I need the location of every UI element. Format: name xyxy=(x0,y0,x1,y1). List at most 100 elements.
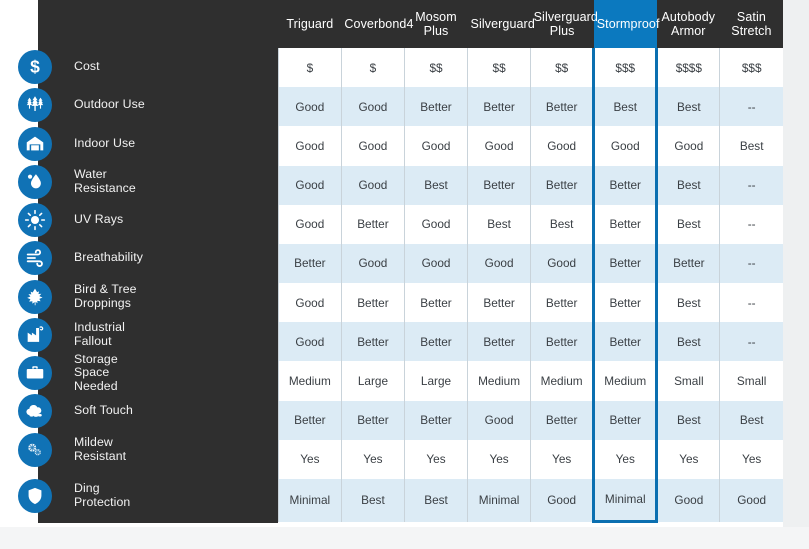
dollar-icon: $ xyxy=(18,50,52,84)
column-header-mosom-plus[interactable]: Mosom Plus xyxy=(404,0,468,48)
data-cell: -- xyxy=(719,87,783,127)
data-cell: Best xyxy=(719,400,783,440)
feature-label: Ding Protection xyxy=(74,480,131,509)
column-header-stormproof[interactable]: Stormproof xyxy=(593,0,659,48)
data-cell: Good xyxy=(340,87,405,127)
feature-row-mildew-resistant[interactable]: Mildew Resistant xyxy=(18,431,278,469)
data-cell: Best xyxy=(656,204,720,244)
data-cell: Yes xyxy=(340,439,405,479)
column-header-label: Silverguard xyxy=(470,17,535,31)
data-cell: Minimal xyxy=(592,478,659,523)
data-cell: Good xyxy=(340,165,405,205)
feature-row-bird-tree-droppings[interactable]: Bird & Tree Droppings xyxy=(18,278,278,316)
data-cell: Better xyxy=(403,87,468,127)
data-cell: Better xyxy=(530,165,594,205)
feature-row-ding-protection[interactable]: Ding Protection xyxy=(18,469,278,522)
airflow-icon xyxy=(18,241,52,275)
shield-icon xyxy=(18,478,52,513)
data-cell: Better xyxy=(277,400,342,440)
sun-icon xyxy=(18,203,52,237)
data-cell: Good xyxy=(530,478,594,522)
column-header-label: Triguard xyxy=(286,17,334,31)
feature-label: Cost xyxy=(74,59,100,74)
column-header-coverbond4[interactable]: Coverbond4 xyxy=(341,0,413,48)
column-header-silverguard[interactable]: Silverguard xyxy=(467,0,535,48)
data-cell: Large xyxy=(340,361,405,401)
feature-label: Soft Touch xyxy=(74,403,133,418)
data-cell: -- xyxy=(719,322,783,362)
data-cell: $$$$ xyxy=(656,48,720,88)
data-cell: Good xyxy=(656,478,720,522)
data-cell: Medium xyxy=(530,361,594,401)
data-cell: Better xyxy=(467,165,531,205)
data-cell: Better xyxy=(592,283,659,323)
feature-label: Breathability xyxy=(74,250,143,265)
data-cell: -- xyxy=(719,243,783,284)
feature-label: Water Resistance xyxy=(74,167,136,195)
data-cell: Best xyxy=(403,478,468,522)
feature-row-water-resistance[interactable]: Water Resistance xyxy=(18,163,278,201)
column-header-triguard[interactable]: Triguard xyxy=(278,0,342,48)
column-header-label: Silverguard Plus xyxy=(533,10,598,38)
data-cell: Good xyxy=(467,243,531,284)
data-cell: Better xyxy=(592,322,659,362)
feature-row-indoor-use[interactable]: Indoor Use xyxy=(18,125,278,163)
data-cell: $ xyxy=(277,48,342,88)
data-cell: Best xyxy=(467,204,531,244)
data-cell: Medium xyxy=(277,361,342,401)
feature-row-outdoor-use[interactable]: Outdoor Use xyxy=(18,86,278,124)
data-cell: Small xyxy=(656,361,720,401)
data-cell: $$$ xyxy=(592,48,659,88)
column-header-label: Autobody Armor xyxy=(661,10,716,38)
data-cell: Better xyxy=(467,87,531,127)
data-cell: Better xyxy=(340,322,405,362)
cloud-icon xyxy=(18,394,52,428)
column-header-autobody-armor[interactable]: Autobody Armor xyxy=(656,0,720,48)
data-cell: Better xyxy=(530,400,594,440)
data-cell: Better xyxy=(530,87,594,127)
water-drop-icon xyxy=(18,165,52,199)
data-cell: Yes xyxy=(719,439,783,479)
column-header-satin-stretch[interactable]: Satin Stretch xyxy=(719,0,783,48)
feature-row-storage-space-needed[interactable]: Storage Space Needed xyxy=(18,352,278,392)
data-cell: Best xyxy=(656,322,720,362)
data-cell: Best xyxy=(656,165,720,205)
leaf-icon xyxy=(18,280,52,314)
data-cell: Best xyxy=(530,204,594,244)
feature-row-industrial-fallout[interactable]: Industrial Fallout xyxy=(18,316,278,354)
spores-icon xyxy=(18,433,52,467)
data-cell: $$ xyxy=(530,48,594,88)
right-gutter xyxy=(783,0,809,549)
data-cell: Better xyxy=(656,243,720,284)
data-cell: Yes xyxy=(592,439,659,479)
data-cell: Small xyxy=(719,361,783,401)
garage-icon xyxy=(18,127,52,161)
data-cell: Better xyxy=(277,243,342,284)
column-header-silverguard-plus[interactable]: Silverguard Plus xyxy=(530,0,598,48)
data-cell: Better xyxy=(403,400,468,440)
feature-row-breathability[interactable]: Breathability xyxy=(18,239,278,277)
feature-row-uv-rays[interactable]: UV Rays xyxy=(18,201,278,239)
data-cell: Yes xyxy=(403,439,468,479)
data-cell: Best xyxy=(656,87,720,127)
data-cell: Best xyxy=(340,478,405,522)
data-cell: $$ xyxy=(467,48,531,88)
data-cell: Yes xyxy=(656,439,720,479)
data-cell: Minimal xyxy=(467,478,531,522)
data-cell: -- xyxy=(719,204,783,244)
data-cell: Better xyxy=(403,283,468,323)
feature-row-soft-touch[interactable]: Soft Touch xyxy=(18,392,278,430)
data-cell: Medium xyxy=(467,361,531,401)
data-cell: Good xyxy=(656,126,720,166)
data-cell: Better xyxy=(467,283,531,323)
comparison-table-page: Triguard Coverbond4 Mosom Plus Silverguard S… xyxy=(0,0,809,549)
feature-row-cost[interactable]: $ Cost xyxy=(18,48,278,86)
data-cell: Better xyxy=(592,204,659,244)
data-cell: Better xyxy=(467,322,531,362)
data-cell: Good xyxy=(403,243,468,284)
data-cell: Better xyxy=(340,283,405,323)
data-cell: Large xyxy=(403,361,468,401)
data-cell: Best xyxy=(719,126,783,166)
data-cell: Better xyxy=(403,322,468,362)
data-cell: Good xyxy=(530,243,594,284)
